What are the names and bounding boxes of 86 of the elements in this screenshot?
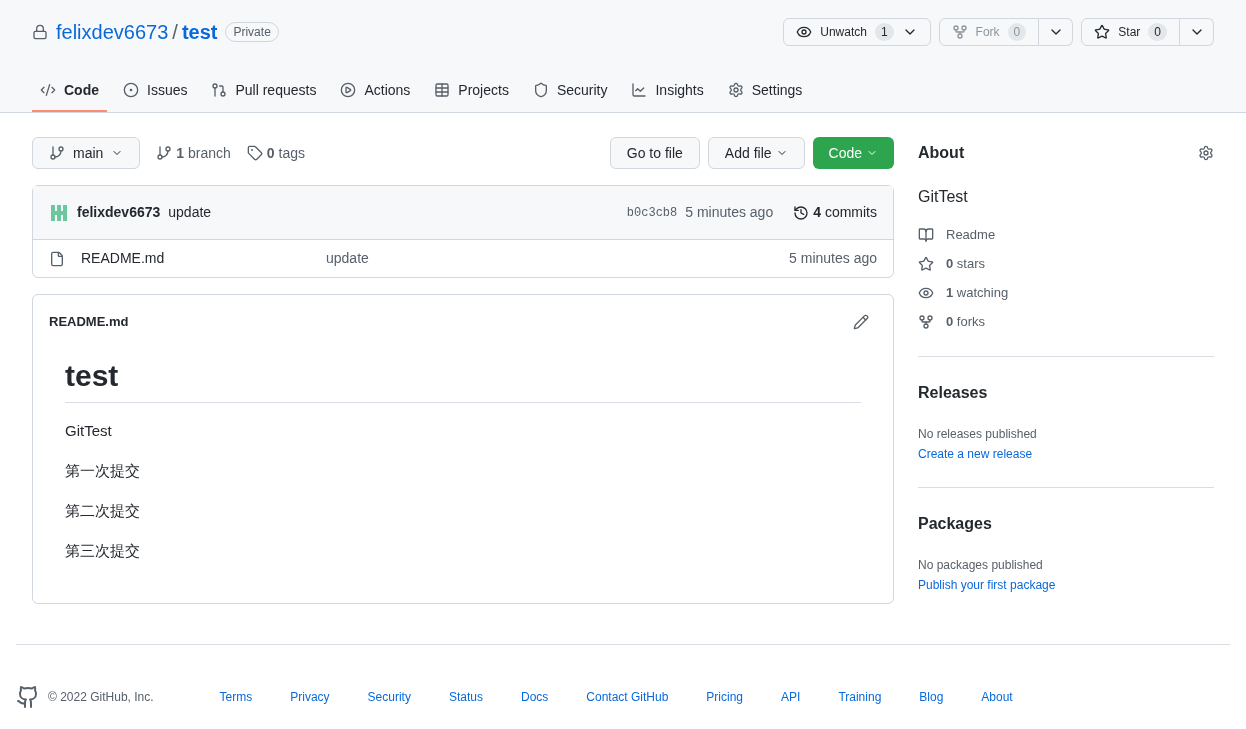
star-icon — [918, 256, 934, 272]
count-badge: 0 — [1148, 23, 1167, 41]
nav-tab[interactable]: Issues — [115, 70, 196, 112]
footer-link[interactable]: Pricing — [706, 688, 744, 706]
section-heading: Packages — [918, 514, 993, 534]
section-note: No releases published — [918, 426, 1038, 443]
nav-tab[interactable]: Code — [32, 70, 107, 112]
eye-icon — [918, 285, 934, 301]
commit-hash[interactable]: b0c3cb8 — [626, 203, 678, 222]
branch-icon — [49, 145, 65, 161]
readme-heading: test — [65, 353, 861, 403]
star-button[interactable]: Star 0 — [1081, 18, 1180, 46]
nav-tab[interactable]: Settings — [719, 70, 811, 112]
about-stat-link[interactable]: 0 forks — [918, 312, 1214, 332]
count-badge: 0 — [1007, 23, 1027, 41]
history-icon — [793, 204, 810, 221]
commit-author[interactable]: felixdev6673 — [77, 202, 161, 223]
section-heading: Releases — [918, 383, 989, 403]
repo-description: GitTest — [918, 187, 969, 207]
nav-tab[interactable]: Security — [524, 70, 616, 112]
book-icon — [918, 227, 934, 243]
settings-icon[interactable] — [1198, 145, 1214, 161]
section-link[interactable]: Create a new release — [918, 445, 1214, 463]
tag-icon — [246, 145, 263, 161]
eye-icon — [796, 24, 813, 40]
avatar-icon — [49, 202, 69, 223]
copyright-text: © 2022 GitHub, Inc. — [48, 689, 154, 706]
about-heading: About — [918, 143, 965, 163]
footer-link[interactable]: Docs — [520, 688, 549, 706]
branch-button[interactable]: main — [32, 137, 141, 169]
footer-link[interactable]: Privacy — [290, 688, 330, 706]
file-name[interactable]: README.md — [81, 248, 326, 269]
footer-link[interactable]: Status — [448, 688, 483, 706]
circle-dot-icon — [123, 82, 139, 98]
count-badge: 1 — [874, 23, 894, 41]
readme-filename: README.md — [49, 313, 129, 332]
readme-paragraph: GitTest — [65, 421, 113, 441]
footer-link[interactable]: Contact GitHub — [586, 688, 669, 706]
github-logo-icon[interactable] — [16, 685, 40, 709]
about-stat-link[interactable]: 1 watching — [918, 283, 1214, 303]
section-note: No packages published — [918, 557, 1044, 574]
dropdown-button[interactable] — [1039, 18, 1074, 46]
fork-icon — [951, 24, 968, 40]
footer-link[interactable]: About — [981, 688, 1013, 706]
code-icon — [40, 82, 56, 98]
owner-link[interactable]: felixdev6673 — [56, 17, 169, 47]
watch-button[interactable]: Unwatch 1 — [783, 18, 931, 46]
shield-icon — [532, 82, 549, 98]
commits-link[interactable]: 4 commits — [793, 202, 877, 223]
repo-name-link[interactable]: test — [181, 17, 218, 47]
commit-message: update — [168, 203, 212, 222]
pull-request-icon — [211, 82, 228, 98]
nav-tab[interactable]: Actions — [332, 70, 419, 112]
line-chart-icon — [631, 82, 648, 98]
about-stat-link[interactable]: Readme — [918, 225, 1214, 245]
go-to-file-button[interactable]: Go to file — [609, 137, 700, 169]
play-icon — [340, 82, 357, 98]
footer-link[interactable]: Security — [367, 688, 411, 706]
lock-icon — [32, 24, 48, 40]
commit-time: 5 minutes ago — [685, 203, 774, 222]
table-icon — [434, 82, 451, 98]
file-time: 5 minutes ago — [789, 249, 877, 268]
pencil-icon[interactable] — [853, 314, 869, 330]
readme-paragraph: 第三次提交 — [65, 541, 141, 561]
file-commit-message: update — [326, 249, 369, 268]
section-link[interactable]: Publish your first package — [918, 576, 1214, 594]
readme-paragraph: 第二次提交 — [65, 501, 141, 521]
path-separator: / — [172, 20, 178, 45]
nav-tab[interactable]: Insights — [623, 70, 712, 112]
footer-link[interactable]: Terms — [219, 688, 253, 706]
tags-link[interactable]: 0 tags — [246, 142, 305, 164]
footer-link[interactable]: Training — [838, 688, 882, 706]
star-icon — [1094, 24, 1111, 40]
footer-link[interactable]: Blog — [919, 688, 944, 706]
dropdown-button[interactable] — [1180, 18, 1214, 46]
settings-icon — [727, 82, 744, 98]
readme-paragraph: 第一次提交 — [65, 461, 141, 481]
fork-icon — [918, 314, 934, 330]
nav-tab[interactable]: Projects — [426, 70, 517, 112]
footer-link[interactable]: API — [781, 688, 801, 706]
nav-tab[interactable]: Pull requests — [203, 70, 325, 112]
add-file-button[interactable]: Add file — [707, 137, 805, 169]
file-icon — [49, 250, 65, 267]
branch-icon — [156, 145, 173, 161]
about-stat-link[interactable]: 0 stars — [918, 254, 1214, 274]
branches-link[interactable]: 1 branch — [156, 142, 231, 164]
